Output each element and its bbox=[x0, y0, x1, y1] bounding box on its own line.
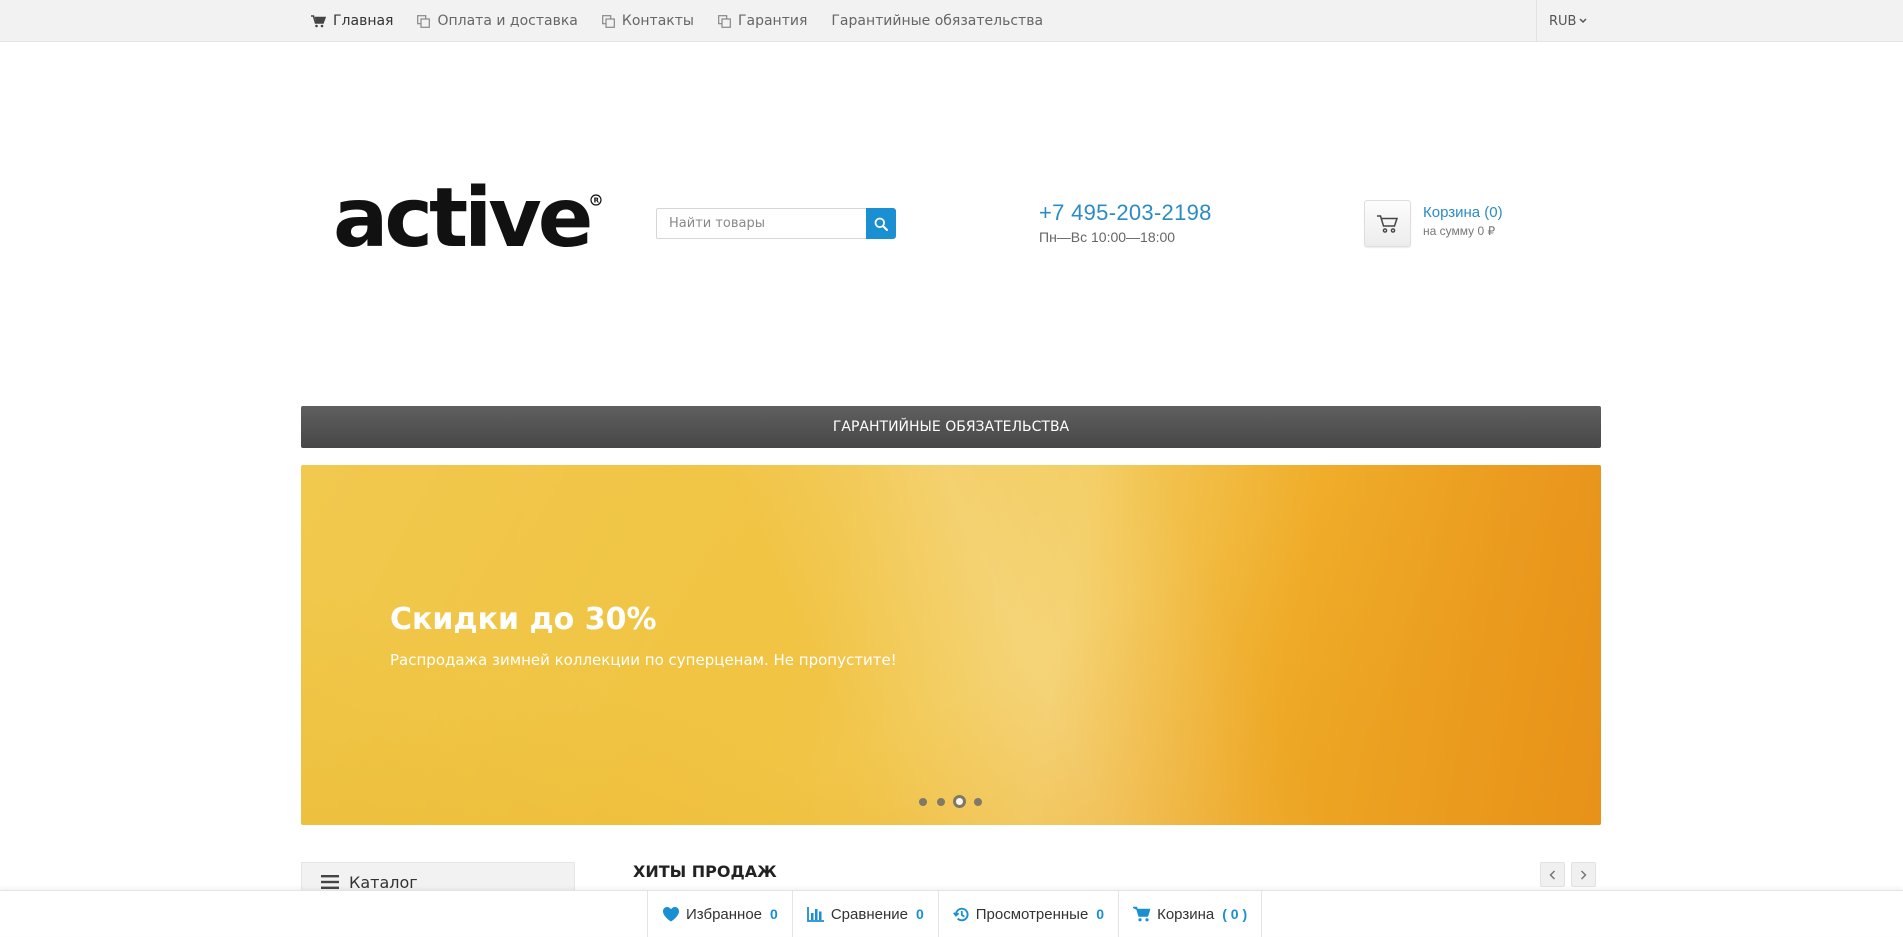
currency-select[interactable]: RUB bbox=[1536, 0, 1596, 42]
hamburger-icon bbox=[321, 875, 339, 889]
site-logo[interactable]: active R bbox=[333, 171, 605, 266]
cart-icon bbox=[1376, 214, 1398, 233]
bestsellers-next-button[interactable] bbox=[1571, 862, 1596, 887]
top-nav-payment-label: Оплата и доставка bbox=[437, 13, 578, 29]
pages-icon bbox=[601, 14, 615, 28]
registered-letter: R bbox=[594, 197, 600, 205]
promo-banner-slider[interactable]: Скидки до 30% Распродажа зимней коллекци… bbox=[301, 465, 1601, 825]
top-nav-home-label: Главная bbox=[333, 13, 394, 29]
search-icon bbox=[874, 217, 888, 231]
search-form bbox=[656, 208, 896, 239]
search-input[interactable] bbox=[656, 208, 866, 239]
top-nav: Главная Оплата и доставка Контакты Гаран… bbox=[311, 0, 1067, 42]
chevron-left-icon bbox=[1549, 869, 1556, 880]
compare-count: 0 bbox=[915, 906, 924, 922]
phone-number[interactable]: +7 495-203-2198 bbox=[1039, 200, 1212, 226]
slider-dot-3-active[interactable] bbox=[953, 795, 966, 808]
compare-button[interactable]: Сравнение 0 bbox=[793, 891, 939, 937]
cart-icon bbox=[1133, 906, 1151, 922]
top-nav-warranty-obligations-label: Гарантийные обязательства bbox=[831, 13, 1044, 29]
top-nav-payment-delivery[interactable]: Оплата и доставка bbox=[417, 13, 578, 29]
top-nav-contacts[interactable]: Контакты bbox=[601, 13, 694, 29]
bottom-panel: Избранное 0 Сравнение 0 Просмотренные 0 … bbox=[0, 890, 1903, 937]
logo-graphic: active R bbox=[333, 171, 602, 266]
top-bar: Главная Оплата и доставка Контакты Гаран… bbox=[0, 0, 1903, 42]
search-button[interactable] bbox=[866, 208, 896, 239]
favorites-label: Избранное bbox=[686, 905, 763, 923]
chevron-down-icon bbox=[1579, 18, 1587, 24]
banner-subtitle: Распродажа зимней коллекции по суперцена… bbox=[390, 651, 897, 669]
banner-texture-overlay bbox=[301, 465, 1601, 825]
cart-icon bbox=[311, 14, 326, 27]
viewed-count: 0 bbox=[1096, 906, 1105, 922]
history-icon bbox=[952, 907, 969, 921]
pages-icon bbox=[417, 14, 431, 28]
cart-sum: на сумму 0 ₽ bbox=[1423, 224, 1496, 238]
main-menu-label: ГАРАНТИЙНЫЕ ОБЯЗАТЕЛЬСТВА bbox=[832, 419, 1070, 435]
logo-text: active bbox=[333, 178, 590, 254]
compare-label: Сравнение bbox=[830, 905, 908, 923]
favorites-button[interactable]: Избранное 0 bbox=[648, 891, 793, 937]
slider-dot-1[interactable] bbox=[919, 797, 927, 806]
bottom-cart-count: ( 0 ) bbox=[1222, 906, 1248, 922]
bestsellers-heading: ХИТЫ ПРОДАЖ bbox=[633, 862, 777, 881]
currency-label: RUB bbox=[1549, 13, 1577, 29]
working-hours: Пн—Вс 10:00—18:00 bbox=[1039, 229, 1176, 245]
viewed-button[interactable]: Просмотренные 0 bbox=[939, 891, 1120, 937]
contact-phone-block: +7 495-203-2198 Пн—Вс 10:00—18:00 bbox=[1039, 200, 1212, 245]
slider-pagination bbox=[919, 795, 992, 808]
catalog-label: Каталог bbox=[349, 872, 418, 892]
bottom-panel-items: Избранное 0 Сравнение 0 Просмотренные 0 … bbox=[647, 891, 1263, 937]
bar-chart-icon bbox=[806, 907, 824, 922]
header-cart-info: Корзина (0) на сумму 0 ₽ bbox=[1423, 204, 1503, 238]
favorites-count: 0 bbox=[770, 906, 778, 922]
top-nav-warranty-label: Гарантия bbox=[737, 13, 808, 29]
main-menu-item-warranty-obligations[interactable]: ГАРАНТИЙНЫЕ ОБЯЗАТЕЛЬСТВА bbox=[301, 406, 1601, 448]
top-nav-home[interactable]: Главная bbox=[311, 13, 393, 29]
bottom-cart-label: Корзина bbox=[1157, 905, 1215, 923]
top-nav-warranty[interactable]: Гарантия bbox=[718, 13, 807, 29]
top-nav-contacts-label: Контакты bbox=[621, 13, 694, 29]
bottom-cart-button[interactable]: Корзина ( 0 ) bbox=[1119, 891, 1263, 937]
pages-icon bbox=[718, 14, 731, 28]
heart-icon bbox=[663, 907, 679, 922]
cart-title-link[interactable]: Корзина (0) bbox=[1423, 204, 1503, 221]
header-cart-button[interactable] bbox=[1364, 200, 1411, 247]
top-nav-warranty-obligations[interactable]: Гарантийные обязательства bbox=[831, 13, 1043, 29]
chevron-right-icon bbox=[1580, 869, 1587, 880]
banner-title: Скидки до 30% bbox=[390, 602, 657, 637]
viewed-label: Просмотренные bbox=[975, 905, 1089, 923]
bestsellers-prev-button[interactable] bbox=[1540, 862, 1565, 887]
slider-dot-4[interactable] bbox=[974, 797, 982, 806]
slider-dot-2[interactable] bbox=[937, 797, 945, 806]
